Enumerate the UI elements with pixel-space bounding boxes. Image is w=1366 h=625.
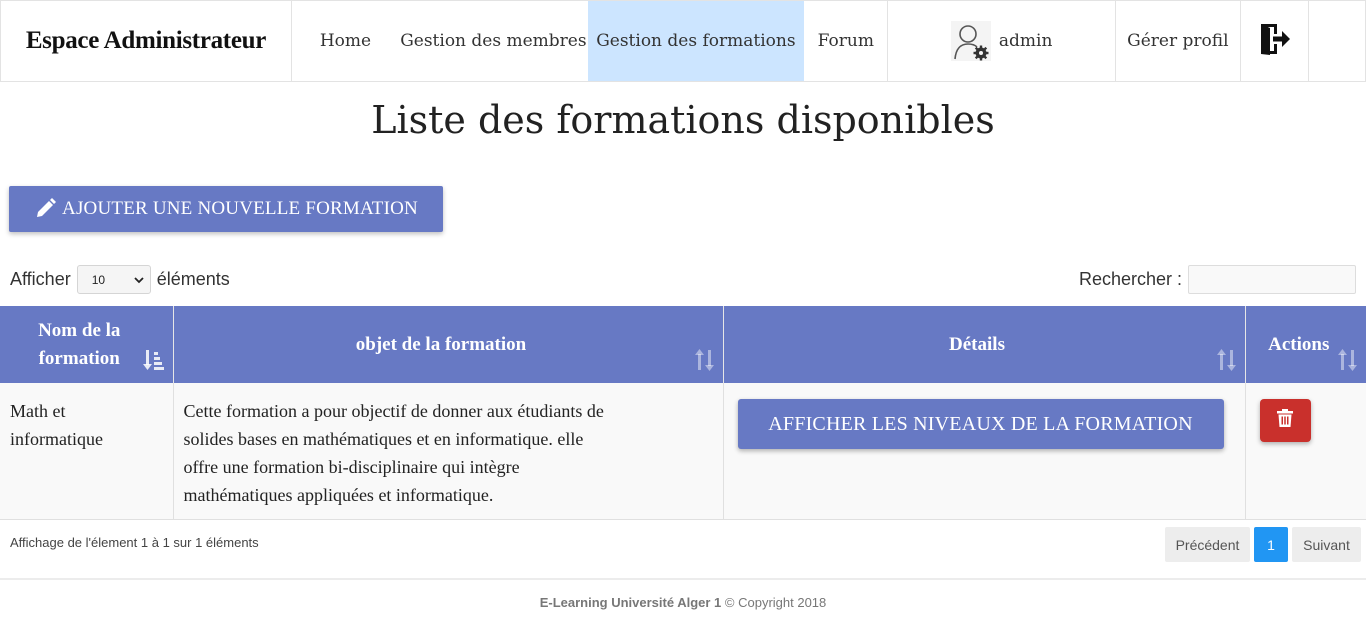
table-header-row: Nom de la formation objet de la formatio… xyxy=(0,306,1366,383)
nav-item-gestion-formations[interactable]: Gestion des formations xyxy=(587,1,805,81)
cell-nom: Math et informatique xyxy=(0,383,174,520)
pagination-next-button[interactable]: Suivant xyxy=(1292,527,1361,562)
nav-item-gestion-membres[interactable]: Gestion des membres xyxy=(399,1,588,81)
column-header-actions[interactable]: Actions xyxy=(1245,306,1366,383)
afficher-niveaux-button[interactable]: AFFICHER LES NIVEAUX DE LA FORMATION xyxy=(737,399,1224,449)
page-length-control: Afficher 10 éléments xyxy=(10,265,230,294)
footer-divider xyxy=(0,578,1366,580)
chevron-down-icon xyxy=(134,273,144,287)
admin-user-gear-icon xyxy=(950,21,991,61)
column-header-objet[interactable]: objet de la formation xyxy=(173,306,724,383)
objet-line: offre une formation bi-disciplinaire qui… xyxy=(183,457,520,477)
nav-item-forum[interactable]: Forum xyxy=(804,1,887,81)
page-length-value: 10 xyxy=(91,272,106,287)
formation-name-line2: informatique xyxy=(10,429,103,449)
search-input[interactable] xyxy=(1188,265,1356,294)
cell-details: AFFICHER LES NIVEAUX DE LA FORMATION xyxy=(723,383,1246,520)
pagination: Précédent 1 Suivant xyxy=(1161,527,1361,562)
footer-copyright-text: © Copyright 2018 xyxy=(721,595,827,610)
column-header-nom[interactable]: Nom de la formation xyxy=(0,306,174,383)
search-control: Rechercher : xyxy=(1079,265,1356,294)
column-header-actions-label: Actions xyxy=(1268,333,1330,355)
add-formation-button[interactable]: AJOUTER UNE NOUVELLE FORMATION xyxy=(9,186,443,232)
nav-item-home[interactable]: Home xyxy=(292,1,399,81)
table-info: Affichage de l'élement 1 à 1 sur 1 éléme… xyxy=(10,535,259,550)
top-navbar: Espace Administrateur Home Gestion des m… xyxy=(0,0,1366,82)
column-header-nom-line1: Nom de la xyxy=(38,319,121,341)
table-row: Math et informatique Cette formation a p… xyxy=(0,383,1366,520)
column-header-objet-label: objet de la formation xyxy=(355,333,527,355)
footer-copyright: E-Learning Université Alger 1 © Copyrigh… xyxy=(0,595,1366,610)
objet-line: mathématiques appliquées et informatique… xyxy=(183,485,494,505)
page-title: Liste des formations disponibles xyxy=(371,98,995,142)
nav-end-cell xyxy=(1309,1,1365,81)
column-header-nom-line2: formation xyxy=(38,347,120,369)
nav-item-gerer-profil[interactable]: Gérer profil xyxy=(1116,1,1241,81)
cell-actions xyxy=(1245,383,1366,520)
objet-line: Cette formation a pour objectif de donne… xyxy=(183,401,604,421)
search-label: Rechercher : xyxy=(1078,269,1182,289)
formation-name-line1: Math et xyxy=(10,401,66,421)
objet-line: solides bases en mathématiques et en inf… xyxy=(183,429,584,449)
formations-table: Nom de la formation objet de la formatio… xyxy=(0,306,1366,520)
sort-icon xyxy=(1216,349,1237,371)
pencil-icon xyxy=(34,198,57,220)
elements-label: éléments xyxy=(156,269,230,289)
sort-icon xyxy=(694,349,715,371)
brand-title[interactable]: Espace Administrateur xyxy=(1,1,292,81)
trash-icon xyxy=(1277,407,1293,435)
nav-user-menu[interactable]: admin xyxy=(887,1,1116,81)
pagination-page-1[interactable]: 1 xyxy=(1254,527,1288,562)
user-name: admin xyxy=(998,31,1053,51)
logout-icon xyxy=(1258,22,1292,61)
sort-ascending-icon xyxy=(142,349,165,371)
footer-brand: E-Learning Université Alger 1 xyxy=(539,595,722,610)
column-header-details-label: Détails xyxy=(949,333,1005,355)
delete-button[interactable] xyxy=(1259,399,1311,442)
logout-button[interactable] xyxy=(1241,1,1310,81)
add-formation-label: AJOUTER UNE NOUVELLE FORMATION xyxy=(62,198,418,219)
show-label: Afficher xyxy=(10,269,71,289)
sort-icon xyxy=(1338,349,1358,371)
column-header-details[interactable]: Détails xyxy=(723,306,1246,383)
page-length-select[interactable]: 10 xyxy=(76,265,151,294)
cell-objet: Cette formation a pour objectif de donne… xyxy=(173,383,724,520)
pagination-previous-button[interactable]: Précédent xyxy=(1165,527,1250,562)
